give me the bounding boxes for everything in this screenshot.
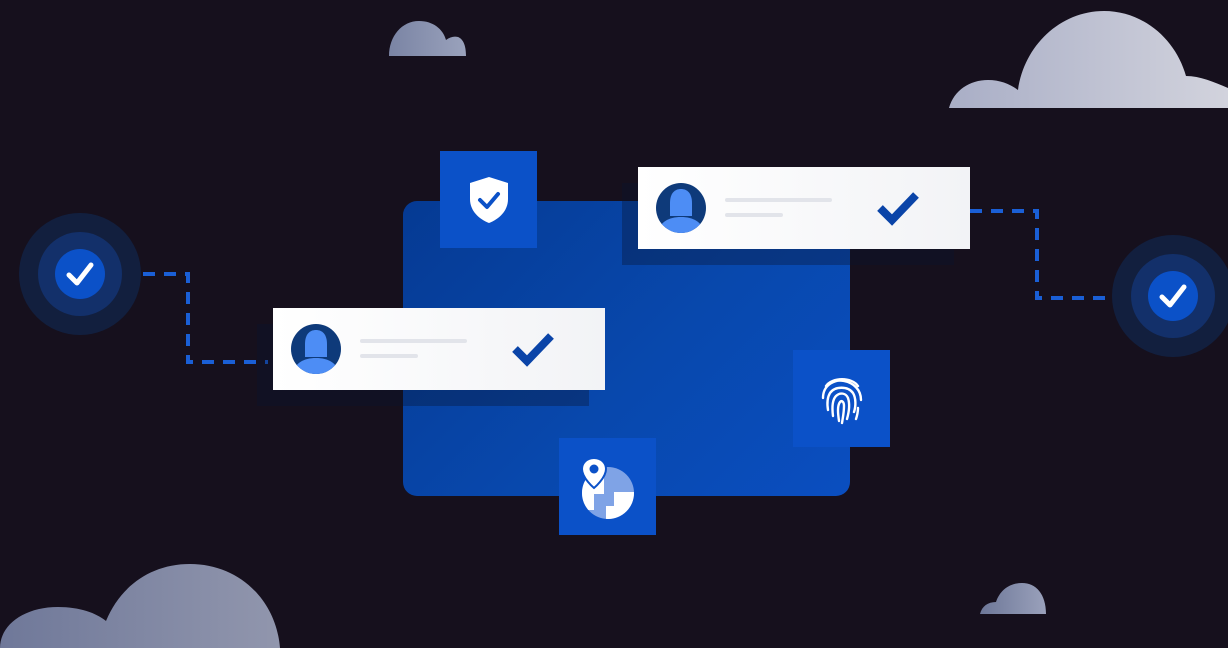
fingerprint-icon (821, 377, 862, 424)
cloud-top-right (949, 11, 1228, 108)
cloud-bottom-left (0, 564, 280, 648)
fingerprint-tile (793, 350, 890, 447)
user-avatar-icon (656, 183, 706, 233)
user-avatar-icon (291, 324, 341, 374)
connector-left (122, 272, 268, 364)
user-card-left (273, 308, 605, 390)
checkmark-icon (877, 192, 919, 226)
name-placeholder-line (360, 339, 467, 343)
shield-tile (440, 151, 537, 248)
location-tile (559, 438, 656, 535)
detail-placeholder-line (360, 354, 418, 358)
cloud-bottom-right-small (980, 583, 1046, 614)
checkmark-icon (512, 333, 554, 367)
shield-check-icon (469, 176, 508, 223)
location-map-icon (580, 456, 634, 519)
detail-placeholder-line (725, 213, 783, 217)
verified-badge-right (1112, 235, 1228, 357)
cloud-top-small (389, 21, 466, 56)
name-placeholder-line (725, 198, 832, 202)
user-card-top (638, 167, 970, 249)
verified-badge-left (19, 213, 141, 335)
